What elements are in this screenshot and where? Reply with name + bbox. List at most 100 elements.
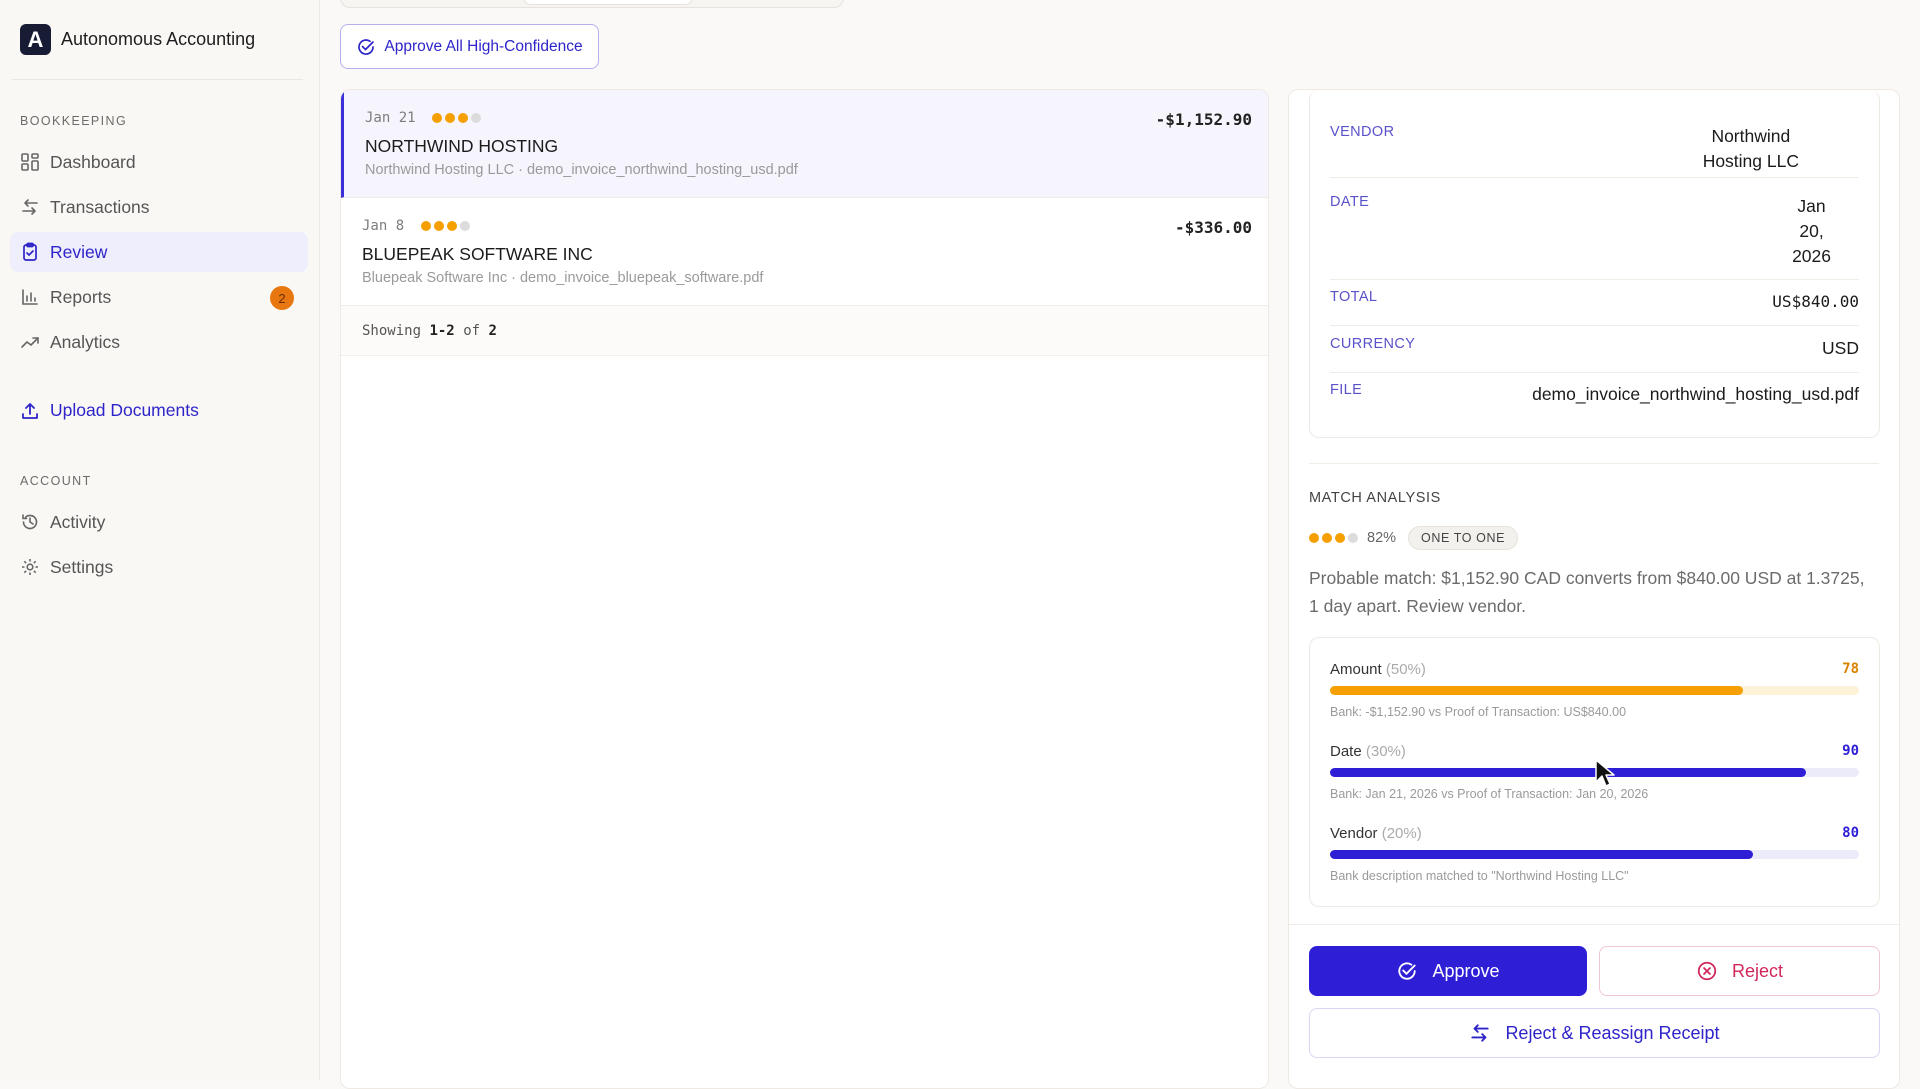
date-value: Jan 20, 2026 bbox=[1792, 194, 1831, 269]
sidebar-item-label: Dashboard bbox=[50, 151, 136, 172]
score-title-amount: Amount (50%) bbox=[1330, 661, 1426, 678]
score-fill-amount bbox=[1330, 686, 1743, 695]
reports-count-badge: 2 bbox=[270, 286, 294, 310]
sidebar-item-review[interactable]: Review bbox=[10, 232, 308, 272]
score-bar-vendor bbox=[1330, 850, 1859, 859]
brand-divider bbox=[12, 79, 303, 80]
reject-label: Reject bbox=[1731, 960, 1784, 981]
score-title-vendor: Vendor (20%) bbox=[1330, 825, 1422, 842]
review-detail-panel: VENDOR Northwind Hosting LLC DATE Jan 20… bbox=[1288, 89, 1900, 1089]
transaction-list: Jan 21 NORTHWIND HOSTING Northwind Hosti… bbox=[340, 89, 1269, 1089]
dashboard-icon bbox=[21, 153, 39, 171]
sidebar-item-transactions[interactable]: Transactions bbox=[10, 187, 308, 227]
score-note-date: Bank: Jan 21, 2026 vs Proof of Transacti… bbox=[1330, 787, 1649, 801]
field-label: TOTAL bbox=[1330, 289, 1378, 305]
filter-tab-active[interactable] bbox=[523, 0, 693, 5]
row-date: Jan 8 bbox=[362, 218, 405, 234]
check-circle-icon bbox=[1398, 962, 1417, 980]
file-value[interactable]: demo_invoice_northwind_hosting_usd.pdf bbox=[1532, 382, 1859, 407]
score-value-vendor: 80 bbox=[1842, 825, 1859, 841]
row-subtitle: Northwind Hosting LLC · demo_invoice_nor… bbox=[365, 162, 798, 178]
reports-icon bbox=[22, 289, 38, 305]
field-currency: CURRENCY USD bbox=[1330, 336, 1859, 373]
match-type-badge: ONE TO ONE bbox=[1408, 526, 1519, 550]
sidebar-item-label: Review bbox=[50, 241, 108, 262]
history-icon bbox=[22, 514, 38, 530]
sidebar-item-label: Analytics bbox=[50, 331, 121, 352]
score-bar-amount bbox=[1330, 686, 1859, 695]
match-description: Probable match: $1,152.90 CAD converts f… bbox=[1309, 568, 1865, 616]
score-note-vendor: Bank description matched to "Northwind H… bbox=[1330, 869, 1629, 883]
table-row[interactable]: Jan 21 NORTHWIND HOSTING Northwind Hosti… bbox=[341, 90, 1268, 198]
brand[interactable]: A Autonomous Accounting bbox=[20, 24, 255, 55]
score-weight: (50%) bbox=[1385, 661, 1426, 678]
confidence-percent: 82% bbox=[1367, 530, 1397, 546]
sidebar-item-label: Reports bbox=[50, 286, 112, 307]
score-name: Vendor bbox=[1330, 825, 1378, 842]
confidence-dots bbox=[420, 221, 473, 231]
total-value: US$840.00 bbox=[1772, 292, 1859, 311]
sidebar-item-dashboard[interactable]: Dashboard bbox=[10, 142, 308, 182]
approve-all-label: Approve All High-Confidence bbox=[384, 37, 583, 55]
row-amount: -$1,152.90 bbox=[1155, 110, 1252, 129]
showing-total: 2 bbox=[488, 322, 497, 339]
pagination-summary: Showing 1-2 of 2 bbox=[341, 306, 1268, 356]
sidebar: A Autonomous Accounting BOOKKEEPING Dash… bbox=[0, 0, 320, 1080]
row-amount: -$336.00 bbox=[1174, 218, 1252, 237]
approve-all-high-confidence-button[interactable]: Approve All High-Confidence bbox=[340, 24, 599, 69]
match-confidence: 82% ONE TO ONE bbox=[1309, 526, 1519, 550]
analytics-icon bbox=[21, 337, 39, 348]
date-line: 20, bbox=[1799, 221, 1824, 241]
sidebar-item-activity[interactable]: Activity bbox=[10, 502, 308, 542]
section-label-bookkeeping: BOOKKEEPING bbox=[20, 114, 128, 128]
sidebar-item-reports[interactable]: Reports 2 bbox=[10, 277, 308, 317]
vendor-line: Hosting LLC bbox=[1702, 151, 1799, 171]
confidence-dots bbox=[1309, 533, 1361, 543]
score-weight: (20%) bbox=[1381, 825, 1422, 842]
row-date: Jan 21 bbox=[365, 110, 416, 126]
vendor-line: Northwind bbox=[1711, 126, 1791, 146]
row-subtitle: Bluepeak Software Inc · demo_invoice_blu… bbox=[362, 270, 764, 286]
upload-documents-label: Upload Documents bbox=[50, 400, 199, 420]
sidebar-item-label: Settings bbox=[50, 556, 114, 577]
mouse-cursor-icon bbox=[1595, 759, 1615, 787]
vendor-value: Northwind Hosting LLC bbox=[1703, 124, 1799, 174]
showing-of: of bbox=[463, 322, 481, 339]
x-circle-icon bbox=[1697, 961, 1717, 981]
score-fill-vendor bbox=[1330, 850, 1754, 859]
filter-tabs[interactable] bbox=[340, 0, 844, 8]
field-date: DATE Jan 20, 2026 bbox=[1330, 194, 1859, 280]
score-value-date: 90 bbox=[1842, 743, 1859, 759]
row-date-wrap: Jan 21 bbox=[365, 110, 484, 126]
row-name: BLUEPEAK SOFTWARE INC bbox=[362, 244, 593, 264]
field-label: CURRENCY bbox=[1330, 336, 1416, 352]
approve-button[interactable]: Approve bbox=[1309, 946, 1587, 996]
row-name: NORTHWIND HOSTING bbox=[365, 136, 559, 156]
gear-icon bbox=[22, 559, 38, 575]
confidence-dots bbox=[432, 113, 484, 123]
sidebar-item-settings[interactable]: Settings bbox=[10, 547, 308, 587]
reassign-label: Reject & Reassign Receipt bbox=[1505, 1022, 1720, 1043]
score-title-date: Date (30%) bbox=[1330, 743, 1406, 760]
check-circle-icon bbox=[358, 38, 375, 55]
score-name: Amount bbox=[1330, 661, 1382, 678]
score-note-amount: Bank: -$1,152.90 vs Proof of Transaction… bbox=[1330, 705, 1627, 719]
field-vendor: VENDOR Northwind Hosting LLC bbox=[1330, 124, 1859, 178]
field-total: TOTAL US$840.00 bbox=[1330, 289, 1859, 326]
upload-documents-link[interactable]: Upload Documents bbox=[20, 400, 199, 421]
currency-value: USD bbox=[1822, 338, 1859, 358]
table-row[interactable]: Jan 8 BLUEPEAK SOFTWARE INC Bluepeak Sof… bbox=[341, 198, 1268, 306]
upload-icon bbox=[22, 402, 38, 419]
transactions-icon bbox=[22, 199, 38, 215]
reject-reassign-button[interactable]: Reject & Reassign Receipt bbox=[1309, 1008, 1880, 1058]
approve-label: Approve bbox=[1432, 960, 1500, 981]
app-name: Autonomous Accounting bbox=[61, 29, 256, 49]
score-fill-date bbox=[1330, 768, 1807, 777]
section-label-account: ACCOUNT bbox=[20, 474, 92, 488]
review-icon bbox=[23, 242, 37, 261]
sidebar-item-label: Transactions bbox=[50, 196, 150, 217]
sidebar-item-analytics[interactable]: Analytics bbox=[10, 322, 308, 362]
document-fields-card: VENDOR Northwind Hosting LLC DATE Jan 20… bbox=[1309, 90, 1880, 438]
match-analysis-title: MATCH ANALYSIS bbox=[1309, 490, 1441, 506]
reject-button[interactable]: Reject bbox=[1599, 946, 1880, 996]
